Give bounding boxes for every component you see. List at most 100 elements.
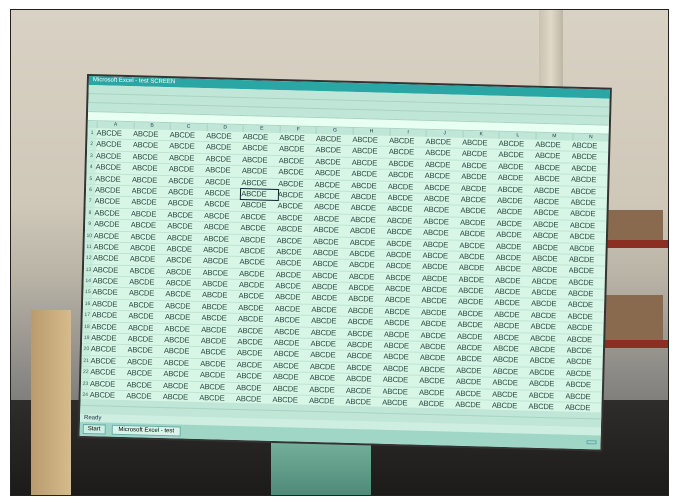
cell[interactable]: ABCDE — [497, 184, 534, 195]
cell[interactable]: ABCDE — [419, 365, 456, 376]
cell[interactable]: ABCDE — [421, 319, 458, 330]
cell[interactable]: ABCDE — [422, 285, 459, 296]
cell[interactable]: ABCDE — [571, 186, 608, 197]
cell[interactable]: ABCDE — [457, 320, 494, 331]
cell[interactable]: ABCDE — [422, 262, 459, 273]
cell[interactable]: ABCDE — [202, 279, 239, 290]
cell[interactable]: ABCDE — [242, 155, 279, 166]
cell[interactable]: ABCDE — [458, 286, 495, 297]
cell[interactable]: ABCDE — [534, 197, 571, 208]
cell[interactable]: ABCDE — [493, 355, 530, 366]
cell[interactable]: ABCDE — [567, 323, 604, 334]
cell[interactable]: ABCDE — [571, 175, 608, 186]
cell[interactable]: ABCDE — [456, 377, 493, 388]
cell[interactable]: ABCDE — [169, 164, 206, 175]
cell[interactable]: ABCDE — [530, 345, 567, 356]
row-number[interactable]: 1 — [87, 127, 97, 139]
cell[interactable]: ABCDE — [496, 241, 533, 252]
cell[interactable]: ABCDE — [93, 242, 130, 253]
cell[interactable]: ABCDE — [164, 335, 201, 346]
cell[interactable]: ABCDE — [274, 315, 311, 326]
cell[interactable]: ABCDE — [530, 322, 567, 333]
cell[interactable]: ABCDE — [128, 323, 165, 334]
cell[interactable]: ABCDE — [533, 219, 570, 230]
cell[interactable]: ABCDE — [494, 332, 531, 343]
cell[interactable]: ABCDE — [494, 310, 531, 321]
cell[interactable]: ABCDE — [419, 387, 456, 398]
cell[interactable]: ABCDE — [130, 232, 167, 243]
cell[interactable]: ABCDE — [164, 358, 201, 369]
cell[interactable]: ABCDE — [535, 151, 572, 162]
cell[interactable]: ABCDE — [131, 209, 168, 220]
cell[interactable]: ABCDE — [314, 191, 351, 202]
cell[interactable]: ABCDE — [309, 373, 346, 384]
cell[interactable]: ABCDE — [462, 149, 499, 160]
cell[interactable]: ABCDE — [275, 292, 312, 303]
cell[interactable]: ABCDE — [310, 350, 347, 361]
cell[interactable]: ABCDE — [132, 163, 169, 174]
cell[interactable]: ABCDE — [567, 334, 604, 345]
cell[interactable]: ABCDE — [169, 142, 206, 153]
cell[interactable]: ABCDE — [202, 268, 239, 279]
row-number[interactable]: 2 — [87, 139, 97, 150]
cell[interactable]: ABCDE — [383, 375, 420, 386]
cell[interactable]: ABCDE — [568, 277, 605, 288]
cell[interactable]: ABCDE — [425, 148, 462, 159]
cell[interactable]: ABCDE — [461, 161, 498, 172]
cell[interactable]: ABCDE — [311, 316, 348, 327]
cell[interactable]: ABCDE — [347, 351, 384, 362]
cell[interactable]: ABCDE — [165, 290, 202, 301]
cell[interactable]: ABCDE — [493, 366, 530, 377]
cell[interactable]: ABCDE — [383, 364, 420, 375]
cell[interactable]: ABCDE — [529, 367, 566, 378]
cell[interactable]: ABCDE — [569, 243, 606, 254]
cell[interactable]: ABCDE — [90, 367, 127, 378]
cell[interactable]: ABCDE — [169, 153, 206, 164]
cell[interactable]: ABCDE — [274, 327, 311, 338]
cell[interactable]: ABCDE — [494, 298, 531, 309]
cell[interactable]: ABCDE — [95, 185, 132, 196]
cell[interactable]: ABCDE — [529, 356, 566, 367]
cell[interactable]: ABCDE — [386, 238, 423, 249]
row-number[interactable]: 14 — [83, 276, 93, 287]
cell[interactable]: ABCDE — [169, 130, 206, 141]
cell[interactable]: ABCDE — [420, 353, 457, 364]
row-number[interactable]: 8 — [85, 207, 95, 219]
cell[interactable]: ABCDE — [529, 390, 566, 401]
cell[interactable]: ABCDE — [315, 157, 352, 168]
cell[interactable]: ABCDE — [165, 301, 202, 312]
cell[interactable]: ABCDE — [388, 159, 425, 170]
cell[interactable]: ABCDE — [572, 141, 609, 152]
cell[interactable]: ABCDE — [530, 333, 567, 344]
cell[interactable]: ABCDE — [93, 253, 130, 264]
cell[interactable]: ABCDE — [238, 291, 275, 302]
cell[interactable]: ABCDE — [130, 243, 167, 254]
cell[interactable]: ABCDE — [461, 172, 498, 183]
cell[interactable]: ABCDE — [352, 135, 389, 146]
cell[interactable]: ABCDE — [569, 255, 606, 266]
cell[interactable]: ABCDE — [94, 208, 131, 219]
cell[interactable]: ABCDE — [128, 311, 165, 322]
cell[interactable]: ABCDE — [129, 266, 166, 277]
cell[interactable]: ABCDE — [496, 253, 533, 264]
cell[interactable]: ABCDE — [164, 324, 201, 335]
cell[interactable]: ABCDE — [457, 331, 494, 342]
cell[interactable]: ABCDE — [534, 185, 571, 196]
cell[interactable]: ABCDE — [205, 188, 242, 199]
cell[interactable]: ABCDE — [531, 311, 568, 322]
cell[interactable]: ABCDE — [351, 203, 388, 214]
cell[interactable]: ABCDE — [387, 204, 424, 215]
cell[interactable]: ABCDE — [456, 366, 493, 377]
cell[interactable]: ABCDE — [313, 236, 350, 247]
cell[interactable]: ABCDE — [205, 165, 242, 176]
cell[interactable]: ABCDE — [494, 321, 531, 332]
cell[interactable]: ABCDE — [274, 349, 311, 360]
cell[interactable]: ABCDE — [277, 235, 314, 246]
cell[interactable]: ABCDE — [203, 245, 240, 256]
cell[interactable]: ABCDE — [205, 177, 242, 188]
cell[interactable]: ABCDE — [242, 166, 279, 177]
cell[interactable]: ABCDE — [424, 205, 461, 216]
cell[interactable]: ABCDE — [531, 288, 568, 299]
cell[interactable]: ABCDE — [350, 226, 387, 237]
cell[interactable]: ABCDE — [130, 254, 167, 265]
